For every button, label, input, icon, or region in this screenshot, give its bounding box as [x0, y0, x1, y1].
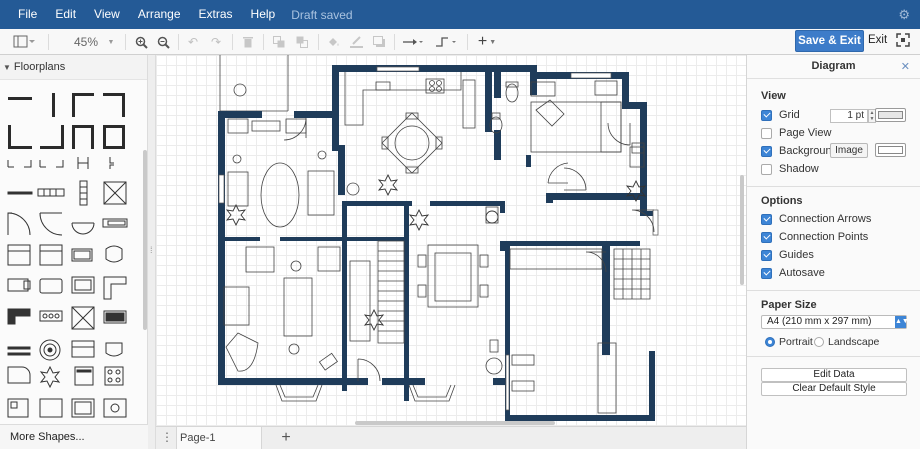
paper-size-title: Paper Size — [761, 299, 817, 311]
menubar: File Edit View Arrange Extras Help Draft… — [0, 0, 920, 29]
to-front-icon[interactable] — [271, 32, 287, 52]
portrait-option[interactable]: Portrait — [765, 335, 813, 348]
connection-points-checkbox[interactable] — [761, 231, 772, 243]
canvas-vertical-scrollbar[interactable] — [740, 175, 744, 285]
shadow-checkbox[interactable] — [761, 163, 772, 175]
redo-icon[interactable]: ↷ — [208, 32, 224, 52]
landscape-option[interactable]: Landscape — [814, 335, 879, 348]
zoom-dropdown-icon[interactable]: ▼ — [106, 32, 116, 52]
background-checkbox[interactable] — [761, 145, 772, 157]
landscape-radio[interactable] — [814, 336, 824, 347]
guides-label: Guides — [779, 249, 814, 261]
exit-button[interactable]: Exit — [868, 34, 887, 46]
insert-icon[interactable]: + ▼ — [476, 32, 498, 52]
close-icon[interactable]: ✕ — [901, 60, 910, 73]
menu-help[interactable]: Help — [242, 0, 285, 29]
waypoints-icon[interactable] — [434, 32, 458, 52]
view-section: View Grid 1 pt ▲ ▼ Page View Background I… — [747, 79, 920, 187]
background-option[interactable]: Background — [761, 144, 838, 158]
menu-view[interactable]: View — [85, 0, 129, 29]
background-color-swatch[interactable] — [875, 143, 906, 157]
autosave-label: Autosave — [779, 267, 825, 279]
page-view-option[interactable]: Page View — [761, 126, 831, 140]
portrait-label: Portrait — [779, 335, 813, 348]
edit-data-button[interactable]: Edit Data — [761, 368, 907, 382]
grid-size-input[interactable]: 1 pt — [830, 109, 868, 123]
guides-checkbox[interactable] — [761, 249, 772, 261]
clear-default-style-button[interactable]: Clear Default Style — [761, 382, 907, 396]
page-tabs-bar: ⋮ Page-1 + — [156, 426, 746, 449]
view-section-title: View — [761, 90, 786, 102]
connection-arrows-option[interactable]: Connection Arrows — [761, 212, 871, 226]
menu-file[interactable]: File — [9, 0, 46, 29]
autosave-option[interactable]: Autosave — [761, 266, 825, 280]
grid-color-swatch[interactable] — [875, 108, 906, 122]
guides-option[interactable]: Guides — [761, 248, 814, 262]
to-back-icon[interactable] — [294, 32, 310, 52]
line-color-icon[interactable] — [348, 32, 364, 52]
page-view-label: Page View — [779, 127, 832, 139]
toolbar: 45% ▼ ↶ ↷ + ▼ — [0, 29, 920, 55]
fullscreen-icon[interactable] — [896, 33, 912, 49]
grid-checkbox[interactable] — [761, 109, 772, 121]
connection-points-option[interactable]: Connection Points — [761, 230, 868, 244]
floorplan-drawing[interactable] — [156, 55, 746, 426]
autosave-checkbox[interactable] — [761, 267, 772, 279]
canvas-horizontal-scrollbar[interactable] — [355, 421, 555, 425]
portrait-radio[interactable] — [765, 336, 775, 347]
shadow-option[interactable]: Shadow — [761, 162, 819, 176]
shape-palette[interactable] — [0, 85, 140, 445]
paper-size-value: A4 (210 mm x 297 mm) — [767, 316, 872, 327]
format-panel: Diagram ✕ View Grid 1 pt ▲ ▼ Page View Ba… — [746, 55, 920, 449]
zoom-level[interactable]: 45% — [66, 32, 106, 52]
shadow-icon[interactable] — [371, 32, 387, 52]
fill-color-icon[interactable] — [325, 32, 341, 52]
connection-arrows-label: Connection Arrows — [779, 213, 872, 225]
zoom-in-icon[interactable] — [133, 32, 149, 52]
diagram-canvas[interactable] — [156, 55, 746, 426]
zoom-out-icon[interactable] — [155, 32, 171, 52]
options-section: Options Connection Arrows Connection Poi… — [747, 187, 920, 291]
floorplans-section-header[interactable]: ▼ Floorplans — [0, 55, 147, 80]
select-arrows-icon: ▲▼ — [895, 316, 909, 328]
section-title: Floorplans — [13, 61, 66, 73]
sidebar-splitter[interactable]: ⁞ — [148, 55, 156, 449]
walls — [218, 65, 655, 421]
page-view-checkbox[interactable] — [761, 127, 772, 139]
connection-icon[interactable] — [401, 32, 425, 52]
undo-icon[interactable]: ↶ — [185, 32, 201, 52]
paper-size-select[interactable]: A4 (210 mm x 297 mm) ▲▼ — [761, 315, 909, 329]
page-tab[interactable]: Page-1 — [176, 427, 262, 449]
image-button[interactable]: Image — [830, 143, 868, 158]
sidebar-scrollbar[interactable] — [143, 150, 147, 330]
menu-extras[interactable]: Extras — [190, 0, 242, 29]
page-menu-icon[interactable]: ⋮ — [158, 429, 176, 447]
delete-icon[interactable] — [240, 32, 256, 52]
landscape-label: Landscape — [828, 335, 880, 348]
connection-points-label: Connection Points — [779, 231, 869, 243]
save-and-exit-button[interactable]: Save & Exit — [795, 30, 864, 52]
panel-title: Diagram — [747, 55, 920, 79]
collapse-icon: ▼ — [3, 63, 11, 72]
menu-arrange[interactable]: Arrange — [129, 0, 190, 29]
grid-option[interactable]: Grid — [761, 108, 800, 122]
shadow-label: Shadow — [779, 163, 819, 175]
options-section-title: Options — [761, 195, 803, 207]
save-status: Draft saved — [291, 7, 353, 22]
more-shapes-button[interactable]: More Shapes... — [0, 424, 148, 449]
background-label: Background — [779, 145, 838, 157]
format-panel-icon[interactable] — [12, 32, 36, 52]
gear-icon[interactable]: ⚙ — [898, 7, 910, 23]
add-page-icon[interactable]: + — [277, 429, 295, 447]
connection-arrows-checkbox[interactable] — [761, 213, 772, 225]
menu-edit[interactable]: Edit — [46, 0, 85, 29]
shapes-sidebar: ▼ Floorplans — [0, 55, 148, 449]
grid-label: Grid — [779, 109, 800, 121]
